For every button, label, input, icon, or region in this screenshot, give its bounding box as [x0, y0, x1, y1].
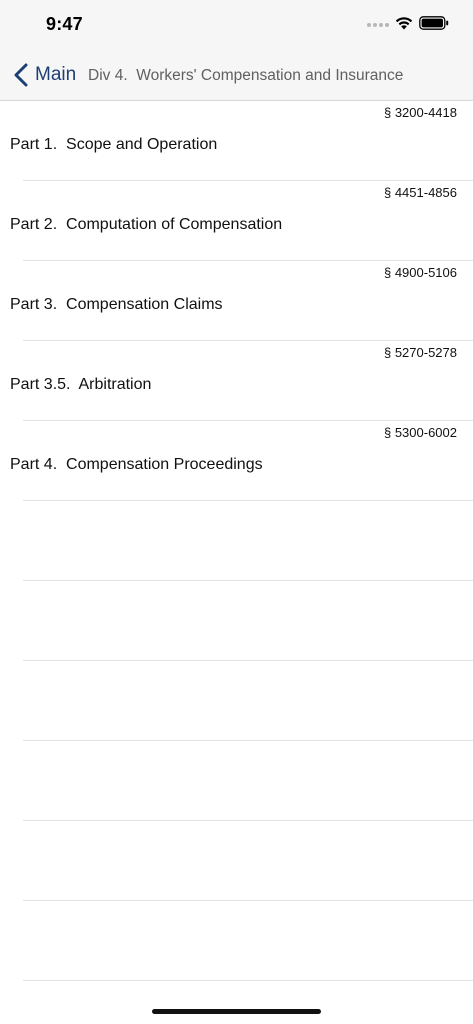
section-range: § 4900-5106 — [383, 265, 457, 280]
signal-dots-icon — [367, 23, 389, 27]
section-range: § 5270-5278 — [383, 345, 457, 360]
empty-row — [0, 581, 473, 661]
list-item[interactable]: § 3200-4418 Part 1. Scope and Operation — [0, 101, 473, 181]
section-range: § 3200-4418 — [383, 105, 457, 120]
chevron-left-icon — [14, 63, 28, 87]
empty-row — [0, 741, 473, 821]
status-bar: 9:47 — [0, 0, 473, 50]
list-item[interactable]: § 4451-4856 Part 2. Computation of Compe… — [0, 181, 473, 261]
list-item[interactable]: § 5270-5278 Part 3.5. Arbitration — [0, 341, 473, 421]
parts-list: § 3200-4418 Part 1. Scope and Operation … — [0, 101, 473, 981]
row-divider — [23, 980, 473, 981]
wifi-icon — [395, 17, 413, 30]
section-range: § 4451-4856 — [383, 185, 457, 200]
part-title: Part 3.5. Arbitration — [10, 376, 152, 393]
section-range: § 5300-6002 — [383, 425, 457, 440]
back-label: Main — [35, 64, 77, 85]
part-title: Part 3. Compensation Claims — [10, 296, 223, 313]
list-item[interactable]: § 5300-6002 Part 4. Compensation Proceed… — [0, 421, 473, 501]
empty-row — [0, 501, 473, 581]
empty-row — [0, 901, 473, 981]
part-title: Part 1. Scope and Operation — [10, 136, 218, 153]
part-title: Part 2. Computation of Compensation — [10, 216, 283, 233]
list-item[interactable]: § 4900-5106 Part 3. Compensation Claims — [0, 261, 473, 341]
status-time: 9:47 — [46, 14, 83, 34]
home-indicator[interactable] — [152, 1009, 321, 1014]
page-title: Div 4. Workers' Compensation and Insuran… — [88, 67, 404, 84]
status-indicators — [367, 16, 449, 30]
back-button[interactable]: Main — [12, 60, 76, 90]
empty-row — [0, 661, 473, 741]
part-title: Part 4. Compensation Proceedings — [10, 456, 263, 473]
navigation-bar: Main Div 4. Workers' Compensation and In… — [0, 50, 473, 101]
battery-icon — [419, 16, 449, 30]
empty-row — [0, 821, 473, 901]
